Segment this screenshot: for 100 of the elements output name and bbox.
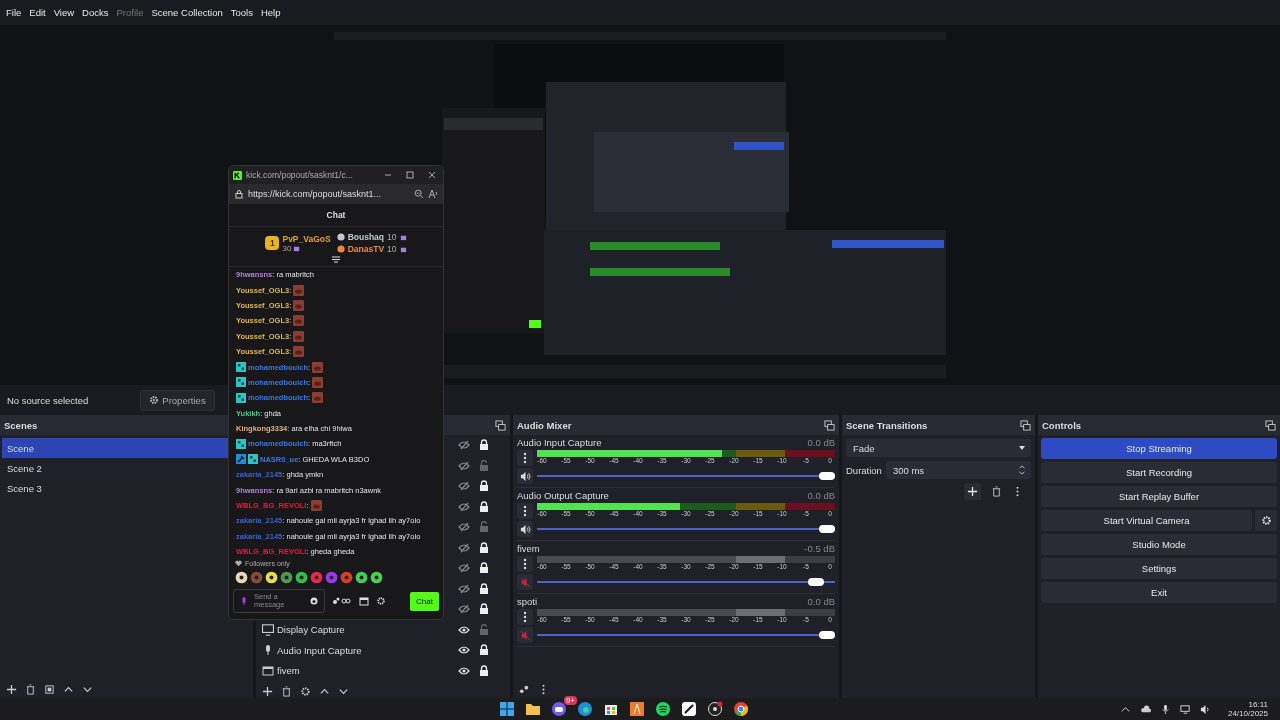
browser-icon[interactable] — [577, 701, 593, 717]
settings-button[interactable] — [1255, 510, 1277, 531]
clock-date[interactable]: 24/10/2025 — [1227, 709, 1268, 719]
scene-item[interactable]: Scene — [2, 438, 228, 458]
chrome-icon[interactable] — [733, 701, 749, 717]
menu-dots-button[interactable] — [517, 556, 533, 572]
menu-dots-button[interactable] — [517, 503, 533, 519]
menu-dots-button[interactable] — [517, 450, 533, 466]
lock-icon[interactable] — [478, 439, 490, 452]
pen-app-icon[interactable] — [681, 701, 697, 717]
emote-icon[interactable] — [280, 571, 293, 584]
share-icon[interactable] — [332, 596, 352, 606]
control-button[interactable]: Start Virtual Camera — [1041, 510, 1252, 531]
settings-icon[interactable] — [300, 685, 311, 697]
volume-slider[interactable] — [537, 578, 835, 586]
emote-icon[interactable] — [295, 571, 308, 584]
hidden-eye-icon[interactable] — [458, 603, 470, 616]
close-icon[interactable] — [427, 170, 437, 180]
eye-icon[interactable] — [458, 623, 470, 636]
menu-item[interactable]: Scene Collection — [147, 7, 227, 18]
lock-icon[interactable] — [478, 603, 490, 616]
trash-icon[interactable] — [281, 685, 292, 697]
transition-dropdown[interactable]: Fade — [846, 439, 1031, 457]
control-button[interactable]: Exit — [1041, 582, 1277, 603]
cloud-icon[interactable] — [1139, 703, 1151, 715]
app-icon[interactable] — [629, 701, 645, 717]
lock-icon[interactable] — [234, 189, 244, 199]
scene-item[interactable]: Scene 2 — [2, 458, 228, 478]
link-icon[interactable] — [519, 683, 530, 695]
add-icon[interactable] — [262, 685, 273, 697]
menu-item[interactable]: Docks — [78, 7, 113, 18]
lock-icon[interactable] — [478, 562, 490, 575]
menu-item[interactable]: View — [49, 7, 79, 18]
add-icon[interactable] — [6, 683, 17, 695]
lock-icon[interactable] — [478, 541, 490, 554]
properties-button[interactable]: Properties — [140, 389, 215, 411]
filter-icon[interactable] — [44, 683, 55, 695]
lock-icon[interactable] — [478, 500, 490, 513]
folder-icon[interactable] — [525, 701, 541, 717]
spinner-arrows-icon[interactable] — [1018, 465, 1026, 475]
settings-icon[interactable] — [376, 596, 386, 606]
hidden-eye-icon[interactable] — [458, 500, 470, 513]
eye-icon[interactable] — [458, 664, 470, 677]
float-icon[interactable] — [1265, 419, 1276, 431]
hidden-eye-icon[interactable] — [458, 582, 470, 595]
hidden-eye-icon[interactable] — [458, 541, 470, 554]
zoom-icon[interactable] — [414, 189, 424, 199]
menu-item[interactable]: Help — [256, 7, 285, 18]
control-button[interactable]: Studio Mode — [1041, 534, 1277, 555]
slider-thumb[interactable] — [807, 578, 824, 586]
control-button[interactable]: Stop Streaming — [1041, 438, 1277, 459]
volume-slider[interactable] — [537, 525, 835, 533]
hidden-eye-icon[interactable] — [458, 439, 470, 452]
trash-icon[interactable] — [991, 486, 1002, 497]
hidden-eye-icon[interactable] — [458, 480, 470, 493]
store-icon[interactable] — [359, 596, 369, 606]
float-icon[interactable] — [495, 419, 506, 431]
scene-item[interactable]: Scene 3 — [2, 478, 228, 498]
volume-icon[interactable] — [1199, 703, 1211, 715]
lock-icon[interactable] — [478, 664, 490, 677]
menu-item[interactable]: Tools — [226, 7, 257, 18]
emote-icon[interactable] — [265, 571, 278, 584]
control-button[interactable]: Settings — [1041, 558, 1277, 579]
chat-send-button[interactable]: Chat — [410, 591, 439, 611]
menu-item[interactable]: File — [2, 7, 26, 18]
add-button[interactable] — [964, 483, 981, 500]
emote-icon[interactable] — [370, 571, 383, 584]
control-button[interactable]: Start Recording — [1041, 462, 1277, 483]
maximize-icon[interactable] — [405, 170, 415, 180]
float-icon[interactable] — [1020, 419, 1031, 431]
collapse-icon[interactable] — [331, 256, 341, 264]
float-icon[interactable] — [824, 419, 835, 431]
hidden-eye-icon[interactable] — [458, 521, 470, 534]
slider-thumb[interactable] — [819, 525, 835, 533]
emote-icon[interactable] — [235, 571, 248, 584]
trash-icon[interactable] — [25, 683, 36, 695]
volume-slider[interactable] — [537, 472, 835, 480]
slider-thumb[interactable] — [819, 631, 835, 639]
speaker-button[interactable] — [517, 468, 533, 484]
lock-icon[interactable] — [478, 480, 490, 493]
lock-icon[interactable] — [478, 582, 490, 595]
hidden-eye-icon[interactable] — [458, 562, 470, 575]
read-aloud-icon[interactable] — [428, 189, 438, 199]
clock-time[interactable]: 16:11 — [1248, 699, 1268, 709]
menu-item[interactable]: Edit — [25, 7, 50, 18]
emote-icon[interactable] — [355, 571, 368, 584]
start-icon[interactable] — [499, 701, 515, 717]
duration-field[interactable]: 300 ms — [885, 461, 1031, 479]
lock-icon[interactable] — [478, 644, 490, 657]
slider-thumb[interactable] — [819, 472, 835, 480]
network-icon[interactable] — [1179, 703, 1191, 715]
emoji-icon[interactable] — [309, 596, 319, 606]
chat-app-icon[interactable] — [551, 701, 567, 717]
speaker-button[interactable] — [517, 521, 533, 537]
menu-dots-button[interactable] — [517, 609, 533, 625]
control-button[interactable]: Start Replay Buffer — [1041, 486, 1277, 507]
source-name[interactable]: fivem — [277, 665, 300, 677]
hidden-eye-icon[interactable] — [458, 459, 470, 472]
volume-slider[interactable] — [537, 631, 835, 639]
source-name[interactable]: Audio Input Capture — [277, 644, 362, 656]
